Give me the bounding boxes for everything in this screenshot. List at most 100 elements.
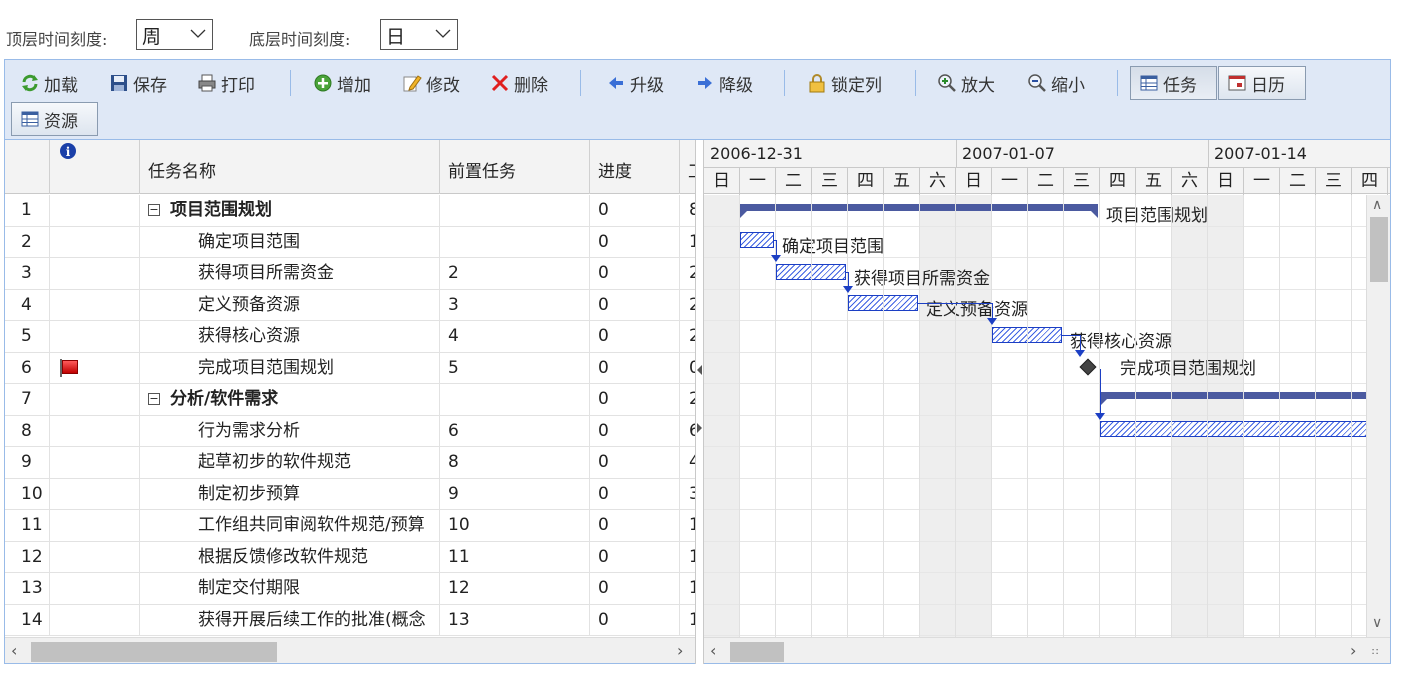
progress-cell[interactable]: 0 (590, 195, 680, 227)
collapse-left-icon[interactable] (697, 365, 703, 375)
predecessor-cell[interactable]: 8 (440, 447, 590, 479)
task-row[interactable]: 12 根据反馈修改软件规范 1101 (5, 541, 695, 574)
duration-cell[interactable]: 4 (680, 447, 695, 479)
progress-cell[interactable]: 0 (590, 510, 680, 542)
task-row[interactable]: 2 确定项目范围 01 (5, 226, 695, 259)
scroll-left-icon[interactable]: ‹ (710, 641, 716, 660)
progress-cell[interactable]: 0 (590, 384, 680, 416)
task-name-cell[interactable]: 根据反馈修改软件规范 (140, 541, 440, 573)
task-name-cell[interactable]: 确定项目范围 (140, 226, 440, 258)
collapse-toggle-icon[interactable]: − (148, 393, 160, 405)
zoom-in-button[interactable]: 放大 (937, 66, 995, 100)
scroll-thumb[interactable] (730, 642, 784, 662)
task-grid-hscrollbar[interactable]: ‹ › (5, 637, 695, 663)
task-name-cell[interactable]: 制定初步预算 (140, 478, 440, 510)
predecessor-cell[interactable]: 13 (440, 604, 590, 636)
task-name-cell[interactable]: 获得项目所需资金 (140, 258, 440, 290)
progress-cell[interactable]: 0 (590, 447, 680, 479)
duration-cell[interactable]: 2 (680, 290, 695, 322)
predecessor-cell[interactable] (440, 195, 590, 227)
grid-chart-splitter[interactable] (695, 140, 704, 664)
task-name-cell[interactable]: 行为需求分析 (140, 415, 440, 447)
predecessor-header[interactable]: 前置任务 (440, 140, 590, 194)
view-resource-button[interactable]: 资源 (11, 102, 98, 136)
duration-cell[interactable]: 3 (680, 479, 695, 511)
add-button[interactable]: 增加 (313, 66, 371, 100)
duration-cell[interactable]: 8 (680, 195, 695, 227)
task-row[interactable]: 4 定义预备资源 302 (5, 289, 695, 322)
predecessor-cell[interactable]: 11 (440, 541, 590, 573)
task-row[interactable]: 6完成项目范围规划500 (5, 352, 695, 385)
task-name-cell[interactable]: 获得核心资源 (140, 321, 440, 353)
duration-cell[interactable]: 6 (680, 416, 695, 448)
task-name-cell[interactable]: 获得开展后续工作的批准(概念 (140, 604, 440, 636)
task-name-cell[interactable]: 工作组共同审阅软件规范/预算 (140, 510, 440, 542)
load-button[interactable]: 加载 (20, 66, 78, 100)
progress-cell[interactable]: 0 (590, 604, 680, 636)
predecessor-cell[interactable]: 6 (440, 415, 590, 447)
scroll-thumb[interactable] (1370, 217, 1388, 282)
progress-header[interactable]: 进度 (590, 140, 680, 194)
task-row[interactable]: 1 −项目范围规划 08 (5, 195, 695, 227)
task-row[interactable]: 3 获得项目所需资金 202 (5, 258, 695, 290)
task-name-cell[interactable]: − 项目范围规划 (140, 195, 440, 227)
lock-column-button[interactable]: 锁定列 (807, 66, 882, 100)
task-row[interactable]: 8 行为需求分析 606 (5, 415, 695, 448)
duration-cell[interactable]: 1 (680, 573, 695, 605)
duration-cell[interactable]: 1 (680, 605, 695, 637)
duration-cell[interactable]: 1 (680, 542, 695, 574)
zoom-out-button[interactable]: 缩小 (1027, 66, 1085, 100)
progress-cell[interactable]: 0 (590, 321, 680, 353)
progress-cell[interactable]: 0 (590, 541, 680, 573)
scroll-right-icon[interactable]: › (677, 641, 683, 660)
progress-cell[interactable]: 0 (590, 415, 680, 447)
collapse-toggle-icon[interactable]: − (148, 204, 160, 216)
predecessor-cell[interactable]: 5 (440, 352, 590, 384)
duration-cell[interactable]: 1 (680, 510, 695, 542)
duration-cell[interactable]: 1 (680, 227, 695, 259)
view-task-button[interactable]: 任务 (1130, 66, 1217, 100)
predecessor-cell[interactable] (440, 384, 590, 416)
chart-vscrollbar[interactable]: ∧ ∨ (1366, 195, 1390, 638)
task-name-header[interactable]: 任务名称 (140, 140, 440, 194)
predecessor-cell[interactable]: 12 (440, 573, 590, 605)
duration-cell[interactable]: 2 (680, 258, 695, 290)
view-calendar-button[interactable]: 日历 (1218, 66, 1306, 100)
task-row[interactable]: 14 获得开展后续工作的批准(概念 1301 (5, 604, 695, 637)
info-column-header[interactable]: i (50, 140, 140, 194)
predecessor-cell[interactable]: 4 (440, 321, 590, 353)
scroll-left-icon[interactable]: ‹ (11, 641, 17, 660)
predecessor-cell[interactable]: 10 (440, 510, 590, 542)
scroll-up-icon[interactable]: ∧ (1372, 197, 1382, 213)
task-name-cell[interactable]: 定义预备资源 (140, 289, 440, 321)
upgrade-button[interactable]: 升级 (606, 66, 664, 100)
task-row[interactable]: 5 获得核心资源 402 (5, 321, 695, 353)
task-row[interactable]: 10 制定初步预算 903 (5, 478, 695, 511)
scroll-down-icon[interactable]: ∨ (1372, 615, 1382, 631)
task-bar[interactable] (1100, 421, 1390, 437)
downgrade-button[interactable]: 降级 (695, 66, 753, 100)
scroll-thumb[interactable] (31, 642, 277, 662)
duration-cell[interactable]: 2 (680, 321, 695, 353)
duration-header[interactable]: 工 (680, 140, 695, 194)
collapse-right-icon[interactable] (697, 423, 703, 433)
chart-hscrollbar[interactable]: ‹ › ∷ (704, 637, 1390, 663)
top-scale-select[interactable]: 周 (136, 19, 213, 50)
task-row[interactable]: 11 工作组共同审阅软件规范/预算 1001 (5, 510, 695, 542)
milestone-diamond[interactable] (1079, 358, 1097, 376)
task-row[interactable]: 9 起草初步的软件规范 804 (5, 447, 695, 479)
resize-grip-icon[interactable]: ∷ (1372, 647, 1378, 658)
delete-button[interactable]: 删除 (490, 66, 548, 100)
task-name-cell[interactable]: 起草初步的软件规范 (140, 447, 440, 479)
predecessor-cell[interactable]: 3 (440, 289, 590, 321)
bottom-scale-select[interactable]: 日 (380, 19, 458, 50)
progress-cell[interactable]: 0 (590, 258, 680, 290)
progress-cell[interactable]: 0 (590, 352, 680, 384)
progress-cell[interactable]: 0 (590, 226, 680, 258)
task-row[interactable]: 7 −分析/软件需求 02 (5, 384, 695, 416)
progress-cell[interactable]: 0 (590, 573, 680, 605)
summary-bar[interactable] (1100, 392, 1390, 406)
duration-cell[interactable]: 0 (680, 353, 695, 385)
predecessor-cell[interactable] (440, 226, 590, 258)
task-row[interactable]: 13 制定交付期限 1201 (5, 573, 695, 605)
